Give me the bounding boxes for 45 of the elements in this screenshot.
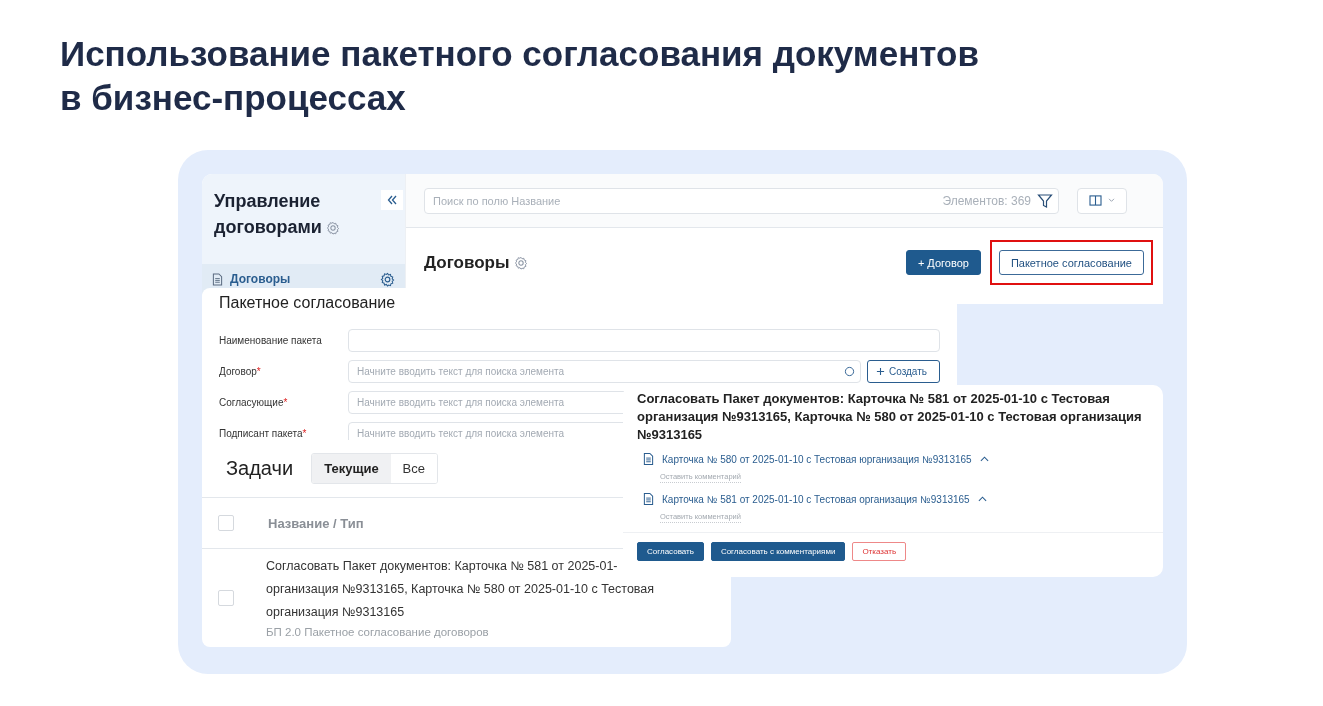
tasks-title: Задачи <box>226 457 294 480</box>
column-header: Название / Тип <box>268 515 364 531</box>
add-contract-button[interactable]: + Договор <box>905 250 981 275</box>
chevron-up-icon[interactable] <box>979 456 989 462</box>
checkbox[interactable] <box>218 589 234 606</box>
chevron-up-icon[interactable] <box>977 496 987 502</box>
document-link[interactable]: Карточка № 581 от 2025-01-10 с Тестовая организация №9313165 <box>662 493 970 505</box>
task-title[interactable]: организация №9313165, Карточка № 580 от 2025-01-10 с Тестовая <box>266 578 655 601</box>
layout-button[interactable] <box>1077 187 1127 214</box>
double-chevron-left-icon <box>386 194 398 206</box>
caret-icon <box>1108 198 1115 203</box>
field-label: Наименование пакета <box>219 335 323 346</box>
input-field[interactable] <box>348 329 940 352</box>
search-icon <box>844 366 855 377</box>
action-button[interactable]: Согласовать с комментариями <box>710 542 846 561</box>
document-icon <box>643 492 654 506</box>
collapse-button[interactable] <box>381 190 403 210</box>
page-heading: Использование пакетного согласования документов <box>60 33 979 75</box>
checkbox[interactable] <box>218 515 234 531</box>
page-title: Договоры <box>424 252 510 273</box>
field-label: Договор* <box>219 366 262 377</box>
document-icon <box>212 272 223 286</box>
action-button[interactable]: Отказать <box>852 542 907 561</box>
task-type: БП 2.0 Пакетное согласование договоров <box>266 625 489 640</box>
action-button[interactable]: Согласовать <box>637 542 704 561</box>
create-button[interactable]: Создать <box>867 360 940 383</box>
columns-icon <box>1089 195 1102 206</box>
settings-icon[interactable] <box>380 271 395 287</box>
element-count: Элементов: 369 <box>942 193 1031 208</box>
form-title: Пакетное согласование <box>219 294 397 312</box>
field-label: Согласующие* <box>219 397 289 408</box>
document-icon <box>643 452 654 466</box>
plus-icon <box>876 367 885 376</box>
settings-icon[interactable] <box>514 255 529 270</box>
filter-icon[interactable] <box>1037 192 1053 209</box>
sidebar-title: Управление договорами <box>214 191 322 237</box>
task-title[interactable]: Согласовать Пакет документов: Карточка № 581 от 2025-01- <box>266 555 618 578</box>
batch-approval-button[interactable]: Пакетное согласование <box>998 250 1144 275</box>
field-label: Подписант пакета* <box>219 428 308 439</box>
document-link[interactable]: Карточка № 580 от 2025-01-10 с Тестовая юрганизация №9313165 <box>662 453 972 465</box>
page-heading: в бизнес-процессах <box>60 77 406 119</box>
task-title[interactable]: организация №9313165 <box>266 601 405 624</box>
tab[interactable]: Текущие <box>312 454 391 483</box>
input-field[interactable]: Начните вводить текст для поиска элемента <box>348 360 861 383</box>
settings-icon[interactable] <box>325 221 340 235</box>
